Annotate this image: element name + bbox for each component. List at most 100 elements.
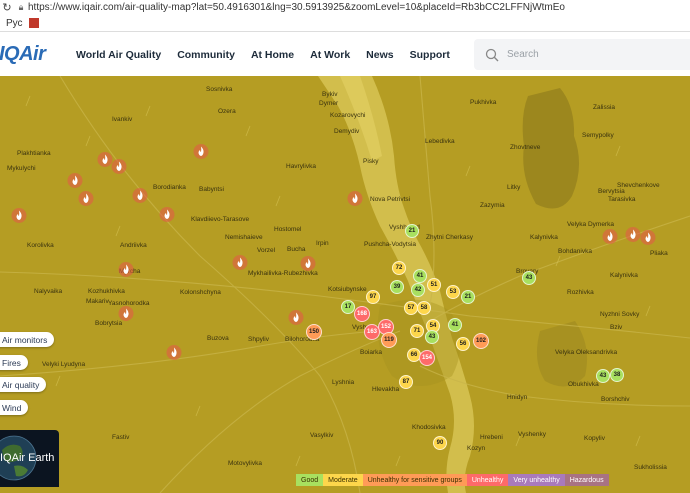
aqi-marker[interactable]: 71	[410, 324, 424, 338]
fire-icon[interactable]	[288, 310, 304, 331]
place-label: Hrebeni	[480, 434, 503, 441]
place-label: Kozarovychi	[330, 112, 366, 119]
aqi-marker[interactable]: 51	[427, 278, 441, 292]
fire-icon[interactable]	[118, 306, 134, 327]
fire-icon[interactable]	[193, 144, 209, 165]
nav-world-air-quality[interactable]: World Air Quality	[76, 49, 161, 61]
place-label: Dymer	[319, 100, 339, 107]
fire-icon[interactable]	[11, 208, 27, 229]
aqi-marker[interactable]: 17	[341, 300, 355, 314]
place-label: Zazymia	[480, 202, 505, 209]
aqi-marker[interactable]: 90	[433, 436, 447, 450]
aqi-marker[interactable]: 87	[399, 375, 413, 389]
iqair-logo[interactable]: IQAir	[0, 43, 61, 66]
place-label: Borodianka	[153, 184, 186, 191]
place-label: Andriivka	[120, 242, 147, 249]
layer-toggle-air-monitors[interactable]: Air monitors	[0, 332, 55, 347]
aqi-marker[interactable]: 119	[381, 332, 397, 348]
place-label: Kozyn	[467, 445, 486, 452]
bookmark-favicon-icon[interactable]	[28, 18, 39, 28]
place-label: Babyntsi	[199, 186, 224, 193]
aqi-marker[interactable]: 43	[425, 330, 439, 344]
place-label: Pukhivka	[470, 99, 497, 106]
aqi-marker[interactable]: 39	[390, 280, 404, 294]
place-label: Litky	[507, 184, 521, 191]
fire-icon[interactable]	[232, 255, 248, 276]
fire-icon[interactable]	[111, 159, 127, 180]
url-text[interactable]: https://www.iqair.com/air-quality-map?la…	[28, 2, 565, 13]
place-label: Vyshenky	[518, 431, 546, 438]
aqi-marker[interactable]: 163	[364, 324, 380, 340]
place-label: Sosnivka	[206, 86, 233, 93]
place-label: Semypolky	[582, 132, 614, 139]
search-input[interactable]: Search	[507, 49, 539, 60]
aqi-marker[interactable]: 168	[354, 306, 370, 322]
place-label: Shevchenkove	[617, 182, 660, 189]
place-label: Makariv	[86, 298, 109, 305]
aqi-marker[interactable]: 21	[461, 290, 475, 304]
address-bar[interactable]: ↻ 🔒︎ https://www.iqair.com/air-quality-m…	[0, 0, 690, 14]
place-label: Zhovtneve	[510, 144, 541, 151]
aqi-marker[interactable]: 150	[306, 324, 322, 340]
iqair-earth-button[interactable]: IQAir Earth	[0, 430, 59, 487]
place-label: Pushcha-Vodytsia	[364, 241, 417, 248]
reload-icon[interactable]: ↻	[0, 1, 14, 14]
aqi-marker[interactable]: 42	[411, 283, 425, 297]
fire-icon[interactable]	[132, 188, 148, 209]
aqi-marker[interactable]: 38	[610, 368, 624, 382]
aqi-marker[interactable]: 21	[405, 224, 419, 238]
place-label: Kotsiubynske	[328, 286, 367, 293]
fire-icon[interactable]	[625, 227, 641, 248]
place-label: Lebedivka	[425, 138, 455, 145]
aqi-legend: Good Moderate Unhealthy for sensitive grou…	[296, 474, 609, 486]
place-label: Fastiv	[112, 434, 130, 441]
bookmark-rus[interactable]: Рус	[6, 18, 23, 29]
legend-item: Hazardous	[564, 474, 609, 486]
nav-at-work[interactable]: At Work	[310, 49, 350, 61]
nav-at-home[interactable]: At Home	[251, 49, 294, 61]
fire-icon[interactable]	[640, 230, 656, 251]
fire-icon[interactable]	[347, 191, 363, 212]
site-header: IQAir World Air Quality Community At Hom…	[0, 33, 690, 76]
layer-toggle-air-quality[interactable]: Air quality	[0, 377, 47, 392]
aqi-marker[interactable]: 41	[413, 269, 427, 283]
place-label: Plakhtianka	[17, 150, 51, 157]
fire-icon[interactable]	[78, 191, 94, 212]
fire-icon[interactable]	[602, 229, 618, 250]
place-label: Hlevakha	[372, 386, 400, 393]
place-label: Pliaka	[650, 250, 668, 257]
place-label: Nemishaieve	[225, 234, 263, 241]
place-label: Hostomel	[274, 226, 302, 233]
fire-icon[interactable]	[300, 256, 316, 277]
legend-item: Unhealthy for sensitive groups	[362, 474, 467, 486]
fire-icon[interactable]	[118, 262, 134, 283]
place-label: Kozhukhivka	[88, 288, 125, 295]
place-label: Rozhivka	[567, 289, 594, 296]
place-label: Vorzel	[257, 247, 276, 254]
lock-icon: 🔒︎	[18, 1, 24, 12]
fire-icon[interactable]	[159, 207, 175, 228]
aqi-marker[interactable]: 53	[446, 285, 460, 299]
aqi-marker[interactable]: 43	[596, 369, 610, 383]
place-label: Kolonshchyna	[180, 289, 221, 296]
legend-item: Good	[296, 474, 324, 486]
aqi-marker[interactable]: 102	[473, 333, 489, 349]
nav-community[interactable]: Community	[177, 49, 235, 61]
aqi-marker[interactable]: 58	[417, 301, 431, 315]
nav-support[interactable]: Support	[410, 49, 450, 61]
aqi-marker[interactable]: 57	[404, 301, 418, 315]
layer-toggle-fires[interactable]: Fires	[0, 355, 28, 370]
nav-news[interactable]: News	[366, 49, 393, 61]
fire-icon[interactable]	[166, 345, 182, 366]
aqi-marker[interactable]: 43	[522, 271, 536, 285]
air-quality-map[interactable]: Sosnivka Ivankiv Ozera Bykiv Kozarovychi Demy…	[0, 76, 690, 493]
search-box[interactable]: Search	[474, 39, 690, 70]
aqi-marker[interactable]: 41	[448, 318, 462, 332]
place-label: Hnidyn	[507, 394, 528, 401]
aqi-marker[interactable]: 154	[419, 350, 435, 366]
layer-toggle-wind[interactable]: Wind	[0, 400, 29, 415]
aqi-marker[interactable]: 56	[456, 337, 470, 351]
place-label: Mykulychi	[7, 165, 36, 172]
aqi-marker[interactable]: 72	[392, 261, 406, 275]
aqi-marker[interactable]: 97	[366, 290, 380, 304]
